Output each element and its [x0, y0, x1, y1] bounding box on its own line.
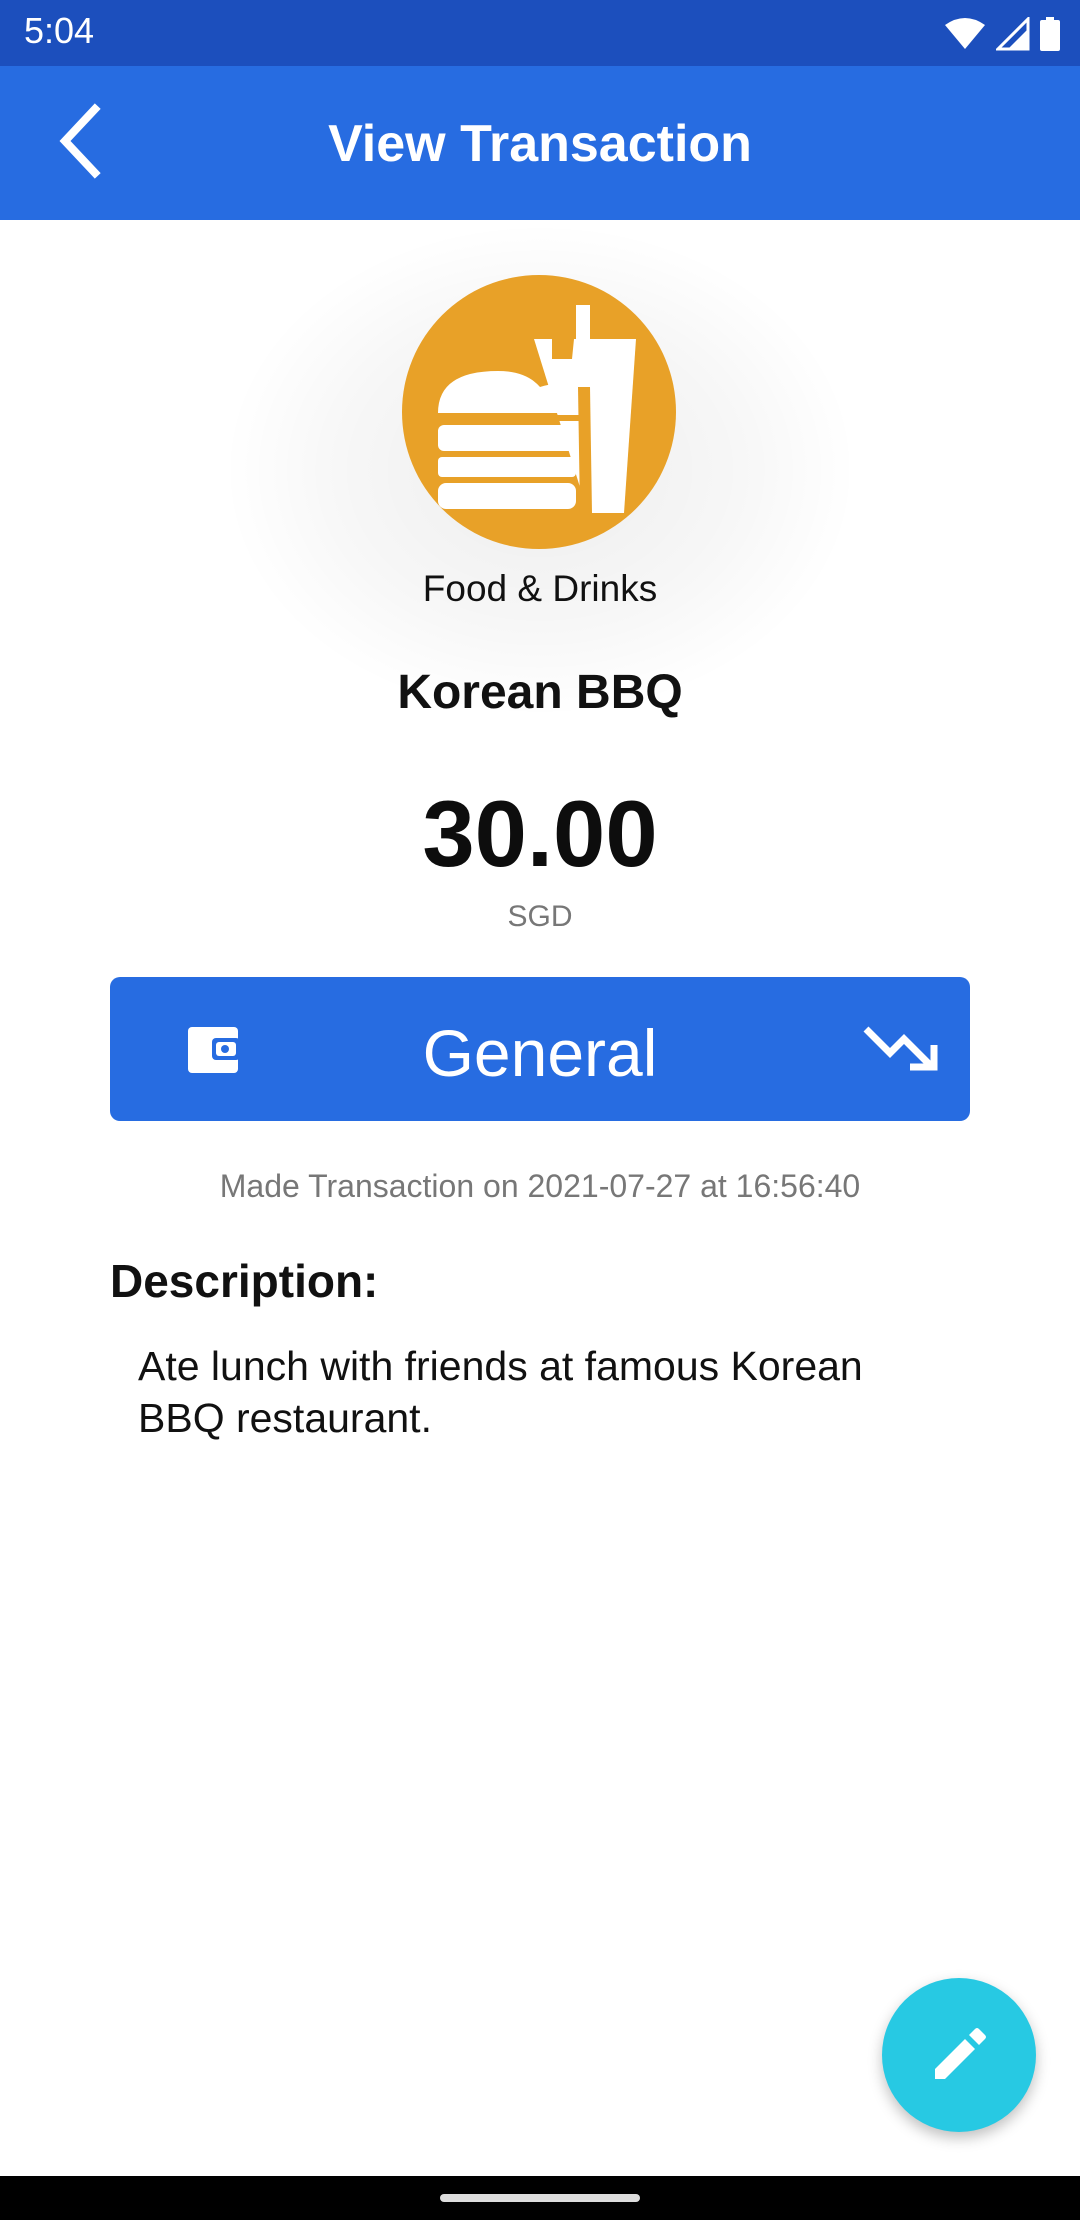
- app-bar: View Transaction: [0, 66, 1080, 220]
- trending-down-icon: [863, 1026, 938, 1071]
- transaction-date: Made Transaction on 2021-07-27 at 16:56:…: [219, 1168, 861, 1204]
- signal-icon: [996, 17, 1030, 51]
- edit-pencil-icon: [935, 2028, 986, 2079]
- home-indicator[interactable]: [440, 2194, 640, 2202]
- battery-icon: [1040, 17, 1060, 51]
- status-bar: 5:04: [0, 0, 1080, 66]
- transaction-amount: 30.00: [422, 781, 658, 886]
- page-title: View Transaction: [328, 115, 752, 173]
- edit-button[interactable]: [882, 1978, 1036, 2132]
- currency-label: SGD: [507, 900, 573, 933]
- description-label: Description:: [110, 1255, 379, 1307]
- account-selector[interactable]: General: [110, 977, 970, 1121]
- account-name: General: [422, 1016, 658, 1090]
- transaction-name: Korean BBQ: [397, 666, 683, 719]
- system-nav-bar: [0, 2176, 1080, 2220]
- status-time: 5:04: [24, 10, 95, 51]
- category-icon-circle: [402, 275, 676, 549]
- category-label: Food & Drinks: [422, 568, 658, 609]
- fastfood-icon: [436, 305, 636, 513]
- status-icons: [944, 14, 1060, 54]
- wifi-icon: [945, 18, 985, 49]
- description-text: Ate lunch with friends at famous Korean …: [138, 1343, 863, 1441]
